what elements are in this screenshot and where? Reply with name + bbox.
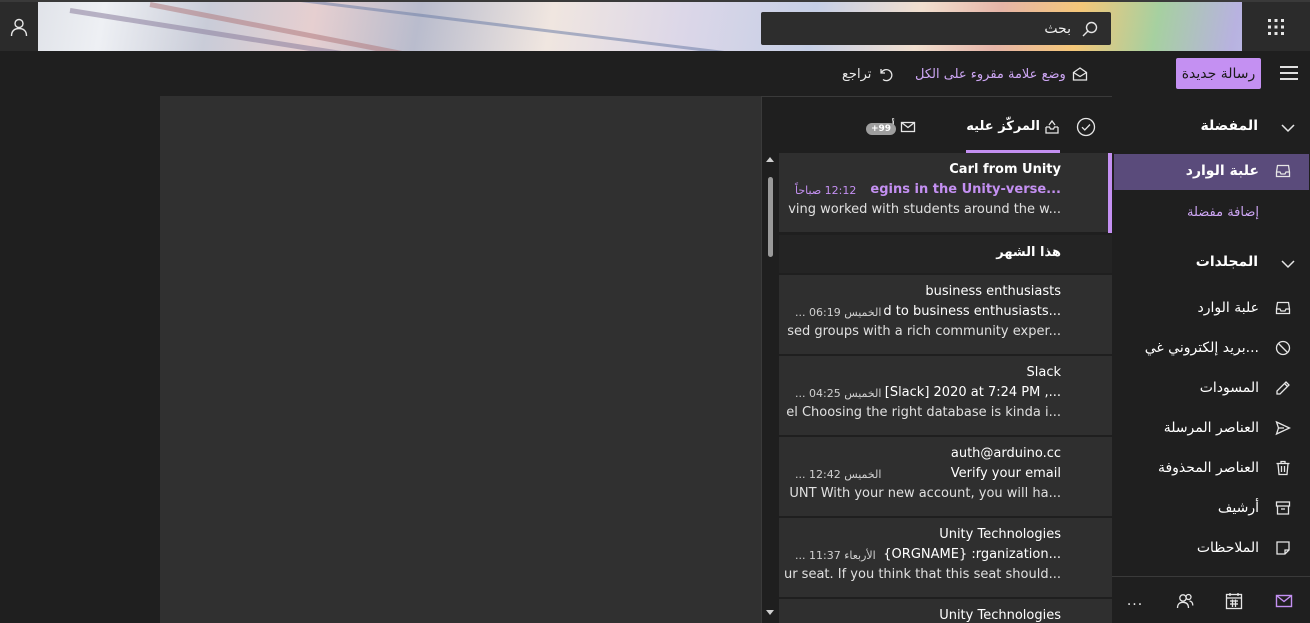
mark-all-read-label: وضع علامة مقروء على الكل <box>915 66 1066 82</box>
other-inbox-icon <box>900 119 916 135</box>
folder-item-sent[interactable]: العناصر المرسلة <box>1114 411 1309 447</box>
new-message-button[interactable]: رسالة جديدة <box>1176 58 1261 89</box>
inbox-icon <box>1275 300 1293 318</box>
chevron-down-icon[interactable] <box>1280 120 1296 136</box>
checkmark-circle-icon <box>1076 117 1096 137</box>
more-icon[interactable]: ... <box>1125 591 1145 611</box>
people-icon[interactable] <box>1175 591 1195 611</box>
left-margin <box>0 96 160 623</box>
add-favorite-link[interactable]: إضافة مفضلة <box>1114 196 1309 232</box>
search-box[interactable]: بحث <box>761 12 1111 45</box>
mail-item[interactable]: Unity Technologies <box>779 599 1112 623</box>
inbox-icon <box>1275 163 1293 181</box>
mail-item[interactable]: Unity Technologies {ORGNAME} :rganizatio… <box>779 518 1112 598</box>
folder-item-archive[interactable]: أرشيف <box>1114 491 1309 527</box>
undo-icon <box>877 66 893 82</box>
mark-all-read-button[interactable]: وضع علامة مقروء على الكل <box>915 63 1088 85</box>
calendar-icon[interactable] <box>1224 591 1244 611</box>
profile-button[interactable] <box>0 2 38 51</box>
folders-header[interactable]: المجلدات <box>1112 248 1310 278</box>
folder-item-drafts[interactable]: المسودات <box>1114 371 1309 407</box>
focused-inbox-icon <box>1044 119 1060 135</box>
pencil-icon <box>1275 380 1293 398</box>
chevron-down-icon[interactable] <box>1280 256 1296 272</box>
select-all-checkbox[interactable] <box>1076 117 1096 137</box>
mail-time: الخميس 06:19 ... <box>795 306 882 319</box>
open-envelope-icon <box>1072 66 1088 82</box>
nav-item-label: الملاحظات <box>1196 540 1259 556</box>
mail-time: الأربعاء 11:37 ... <box>795 549 876 562</box>
trash-icon <box>1275 460 1293 478</box>
message-list: المركّز عليه أخرى +99 Carl from Unity eg… <box>761 96 1112 623</box>
folder-item-inbox[interactable]: علبة الوارد <box>1114 291 1309 327</box>
mail-preview: ur seat. If you think that this seat sho… <box>783 567 1061 582</box>
profile-icon <box>9 17 29 37</box>
undo-label: تراجع <box>842 66 872 82</box>
mail-sender: Unity Technologies <box>939 608 1061 623</box>
tab-focused-label: المركّز عليه <box>966 119 1040 134</box>
nav-item-label: إضافة مفضلة <box>1186 205 1259 220</box>
mail-sender: auth@arduino.cc <box>950 446 1061 461</box>
group-header-label: هذا الشهر <box>996 245 1061 260</box>
mail-item[interactable]: business enthusiasts d to business enthu… <box>779 275 1112 355</box>
message-list-scrollbar[interactable] <box>762 153 779 623</box>
mail-time: الخميس 04:25 ... <box>795 387 882 400</box>
search-input[interactable]: بحث <box>1044 21 1071 37</box>
nav-item-label: أرشيف <box>1217 500 1259 516</box>
mail-subject: d to business enthusiasts... <box>883 304 1061 319</box>
block-icon <box>1275 340 1293 358</box>
mail-preview: sed groups with a rich community exper..… <box>787 324 1061 339</box>
inbox-pivots: المركّز عليه أخرى +99 <box>762 97 1112 153</box>
app-launcher-button[interactable] <box>1242 2 1310 51</box>
mail-preview: UNT With your new account, you will ha..… <box>789 486 1061 501</box>
favorite-item-inbox[interactable]: علبة الوارد <box>1114 154 1309 190</box>
nav-item-label: علبة الوارد <box>1197 300 1259 316</box>
apps-grid-icon <box>1267 18 1285 36</box>
nav-item-label: العناصر المحذوفة <box>1157 460 1259 476</box>
note-icon <box>1275 540 1293 558</box>
nav-item-label: المسودات <box>1199 380 1259 396</box>
folder-item-notes[interactable]: الملاحظات <box>1114 531 1309 567</box>
nav-item-label: بريد إلكتروني غي... <box>1144 340 1259 356</box>
nav-item-label: العناصر المرسلة <box>1163 420 1259 436</box>
unread-count-badge: +99 <box>866 123 897 135</box>
favorites-header[interactable]: المفضلة <box>1112 112 1310 142</box>
folder-pane: المفضلة علبة الوارد إضافة مفضلة المجلدات… <box>1112 96 1310 623</box>
folder-item-junk[interactable]: بريد إلكتروني غي... <box>1114 331 1309 367</box>
mail-item[interactable]: Slack [Slack] 2020 at 7:24 PM ,... الخمي… <box>779 356 1112 436</box>
folders-header-label: المجلدات <box>1195 254 1258 270</box>
mail-sender: Carl from Unity <box>949 162 1061 177</box>
top-bar: بحث <box>0 0 1310 51</box>
mail-subject: {ORGNAME} :rganization... <box>883 547 1061 562</box>
mail-preview: ving worked with students around the w..… <box>788 202 1061 217</box>
search-icon[interactable] <box>1081 20 1099 38</box>
mail-subject: egins in the Unity-verse... <box>870 182 1061 197</box>
mail-item[interactable]: auth@arduino.cc Verify your email الخميس… <box>779 437 1112 517</box>
send-icon <box>1275 420 1293 438</box>
group-header: هذا الشهر <box>779 235 1112 273</box>
favorites-header-label: المفضلة <box>1200 118 1258 134</box>
mail-subject: [Slack] 2020 at 7:24 PM ,... <box>884 385 1061 400</box>
mail-time: 12:12 صباحاً <box>795 184 857 197</box>
archive-icon <box>1275 500 1293 518</box>
nav-item-label: علبة الوارد <box>1185 163 1259 179</box>
command-bar: تراجع وضع علامة مقروء على الكل رسالة جدي… <box>0 51 1310 96</box>
mail-icon[interactable] <box>1274 591 1294 611</box>
folder-item-deleted[interactable]: العناصر المحذوفة <box>1114 451 1309 487</box>
module-switcher: ... <box>1112 576 1310 623</box>
undo-button[interactable]: تراجع <box>842 63 893 85</box>
scroll-up-arrow-icon[interactable] <box>766 157 774 162</box>
mail-sender: business enthusiasts <box>925 284 1061 299</box>
mail-sender: Slack <box>1026 365 1061 380</box>
mail-time: الخميس 12:42 ... <box>795 468 882 481</box>
mail-subject: Verify your email <box>950 466 1061 481</box>
scroll-down-arrow-icon[interactable] <box>766 610 774 615</box>
mail-sender: Unity Technologies <box>939 527 1061 542</box>
menu-icon[interactable] <box>1278 64 1300 82</box>
scrollbar-thumb[interactable] <box>768 177 773 257</box>
mail-item[interactable]: Carl from Unity egins in the Unity-verse… <box>779 153 1112 233</box>
reading-pane <box>160 96 761 623</box>
mail-preview: el Choosing the right database is kinda … <box>786 405 1061 420</box>
tab-focused[interactable]: المركّز عليه <box>966 111 1060 153</box>
